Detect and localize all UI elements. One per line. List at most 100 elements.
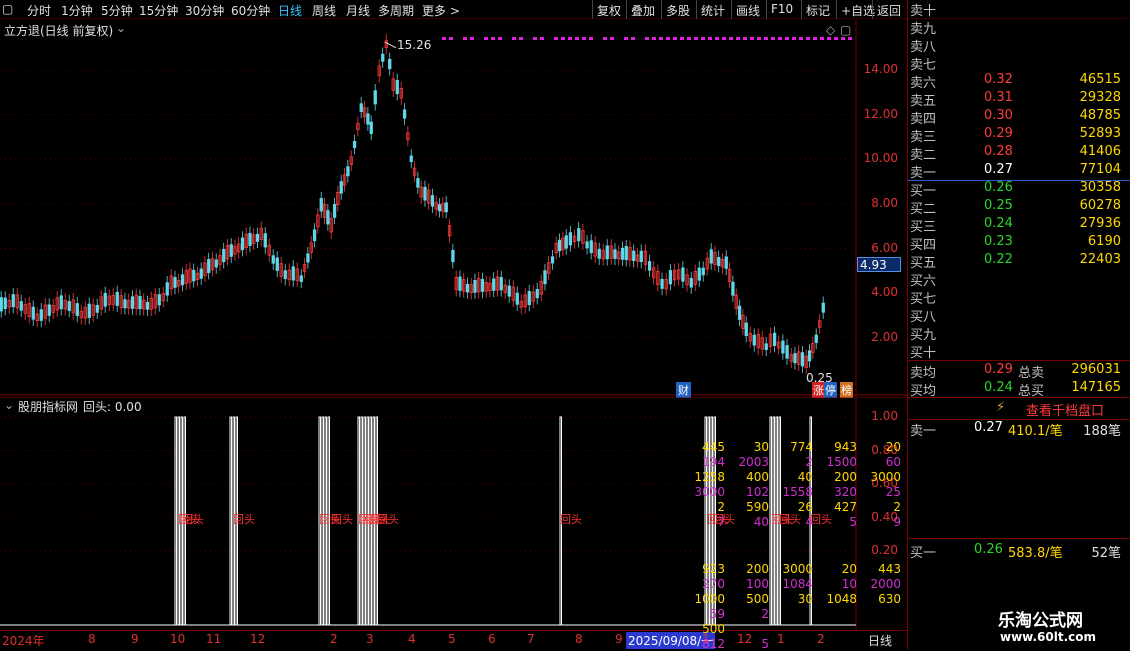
sells-row[interactable]: 卖七 [908,54,1130,73]
price-tick: 4.00 [871,285,898,300]
x-tick: 12 [250,632,266,646]
sells-row[interactable]: 卖十 [908,0,1130,19]
period-tab-weekly[interactable]: 周线 [312,2,336,19]
buys-row[interactable]: 买四 0.23 6190 [908,234,1130,253]
mark-button[interactable]: 标记 [801,0,834,19]
event-marker [848,37,852,40]
period-tab-fenshi[interactable]: 分时 [27,2,51,19]
event-marker [442,37,446,40]
menu-toggle-icon[interactable]: ▢ [2,2,13,16]
buys-row[interactable]: 买二 0.25 60278 [908,198,1130,217]
x-tick: 10 [170,632,186,646]
buys-row[interactable]: 买九 [908,324,1130,343]
x-tick: 7 [527,632,535,646]
queue-cell: 5 [761,637,769,651]
signal-label: 回头 [377,512,399,526]
event-marker [470,37,474,40]
halt-badge[interactable]: 停 [824,382,837,398]
period-tab-1min[interactable]: 1分钟 [61,2,93,19]
thousand-depth-link[interactable]: 查看千档盘口 [1026,400,1104,419]
sells-row[interactable]: 卖五 0.31 29328 [908,90,1130,109]
event-marker [715,37,719,40]
buys-row[interactable]: 买七 [908,288,1130,307]
event-marker [729,37,733,40]
buys-row[interactable]: 买一 0.26 30358 [908,180,1130,199]
sells-row[interactable]: 卖九 [908,18,1130,37]
x-tick: 12 [737,632,753,646]
event-marker [813,37,817,40]
event-marker [680,37,684,40]
period-tab-multi[interactable]: 多周期 [378,2,414,19]
period-tab-monthly[interactable]: 月线 [346,2,370,19]
overlay-button[interactable]: 叠加 [626,0,659,19]
sells-row[interactable]: 卖三 0.29 52893 [908,126,1130,145]
sells-row[interactable]: 卖八 [908,36,1130,55]
sells-row[interactable]: 卖六 0.32 46515 [908,72,1130,91]
buys-row[interactable]: 买十 [908,342,1130,361]
period-tab-30min[interactable]: 30分钟 [185,2,224,19]
queue-cell: 774 [790,440,813,454]
high-price-label: 15.26 [397,38,432,52]
fuquan-button[interactable]: 复权 [592,0,625,19]
x-tick: 8 [88,632,96,646]
queue-cell: 500 [746,592,769,606]
event-marker [708,37,712,40]
diamond-icon[interactable]: ◇ [826,23,835,37]
queue-cell: 102 [746,485,769,499]
buys-row[interactable]: 买六 [908,270,1130,289]
queue-cell: 320 [834,485,857,499]
multi-stock-button[interactable]: 多股 [661,0,694,19]
event-marker [491,37,495,40]
queue-cell: 9 [893,515,901,529]
indicator-tick: 0.40 [871,509,898,524]
queue-sell-header: 卖一 0.27 410.1/笔 188笔 [910,420,1121,439]
queue-cell: 30 [797,592,813,606]
buys-row[interactable]: 买八 [908,306,1130,325]
stats-button[interactable]: 统计 [696,0,729,19]
period-tab-daily[interactable]: 日线 [278,2,302,19]
signal-label: 回头 [233,512,255,526]
back-button[interactable]: 返回 [872,0,907,19]
period-more-button[interactable]: 更多 > [422,2,460,19]
current-price-tag: 4.93 [857,257,901,272]
event-marker [645,37,649,40]
x-tick: 9 [131,632,139,646]
event-marker [750,37,754,40]
queue-cell: 4 [805,515,813,529]
event-marker [820,37,824,40]
sells-row[interactable]: 卖四 0.30 48785 [908,108,1130,127]
x-tick: 2 [330,632,338,646]
queue-cell: 3000 [782,562,813,576]
x-tick: 4 [408,632,416,646]
queue-cell: 40 [797,470,813,484]
event-marker [666,37,670,40]
buys-row[interactable]: 买三 0.24 27936 [908,216,1130,235]
buys-row[interactable]: 买五 0.22 22403 [908,252,1130,271]
event-marker [568,37,572,40]
period-tab-15min[interactable]: 15分钟 [139,2,178,19]
period-tab-60min[interactable]: 60分钟 [231,2,270,19]
finance-badge[interactable]: 财 [676,382,691,398]
list-badge[interactable]: 榜 [840,382,853,398]
period-tab-5min[interactable]: 5分钟 [101,2,133,19]
queue-cell: 2 [893,500,901,514]
queue-cell: 60 [885,455,901,469]
event-marker [799,37,803,40]
event-marker [778,37,782,40]
sells-row[interactable]: 卖一 0.27 77104 [908,162,1130,181]
queue-cell: 5 [849,515,857,529]
f10-button[interactable]: F10 [766,0,797,19]
queue-cell: 2003 [738,455,769,469]
event-marker [687,37,691,40]
draw-line-button[interactable]: 画线 [731,0,764,19]
avg-buy-row: 买均 0.24 总买 147165 [910,380,1121,399]
sells-row[interactable]: 卖二 0.28 41406 [908,144,1130,163]
event-marker [484,37,488,40]
queue-cell: 1000 [694,592,725,606]
price-tick: 12.00 [863,106,898,121]
x-tick: 6 [488,632,496,646]
queue-cell: 3000 [694,485,725,499]
price-tick: 6.00 [871,240,898,255]
expand-icon[interactable]: ▢ [840,23,851,37]
candlestick-chart[interactable] [0,20,907,396]
